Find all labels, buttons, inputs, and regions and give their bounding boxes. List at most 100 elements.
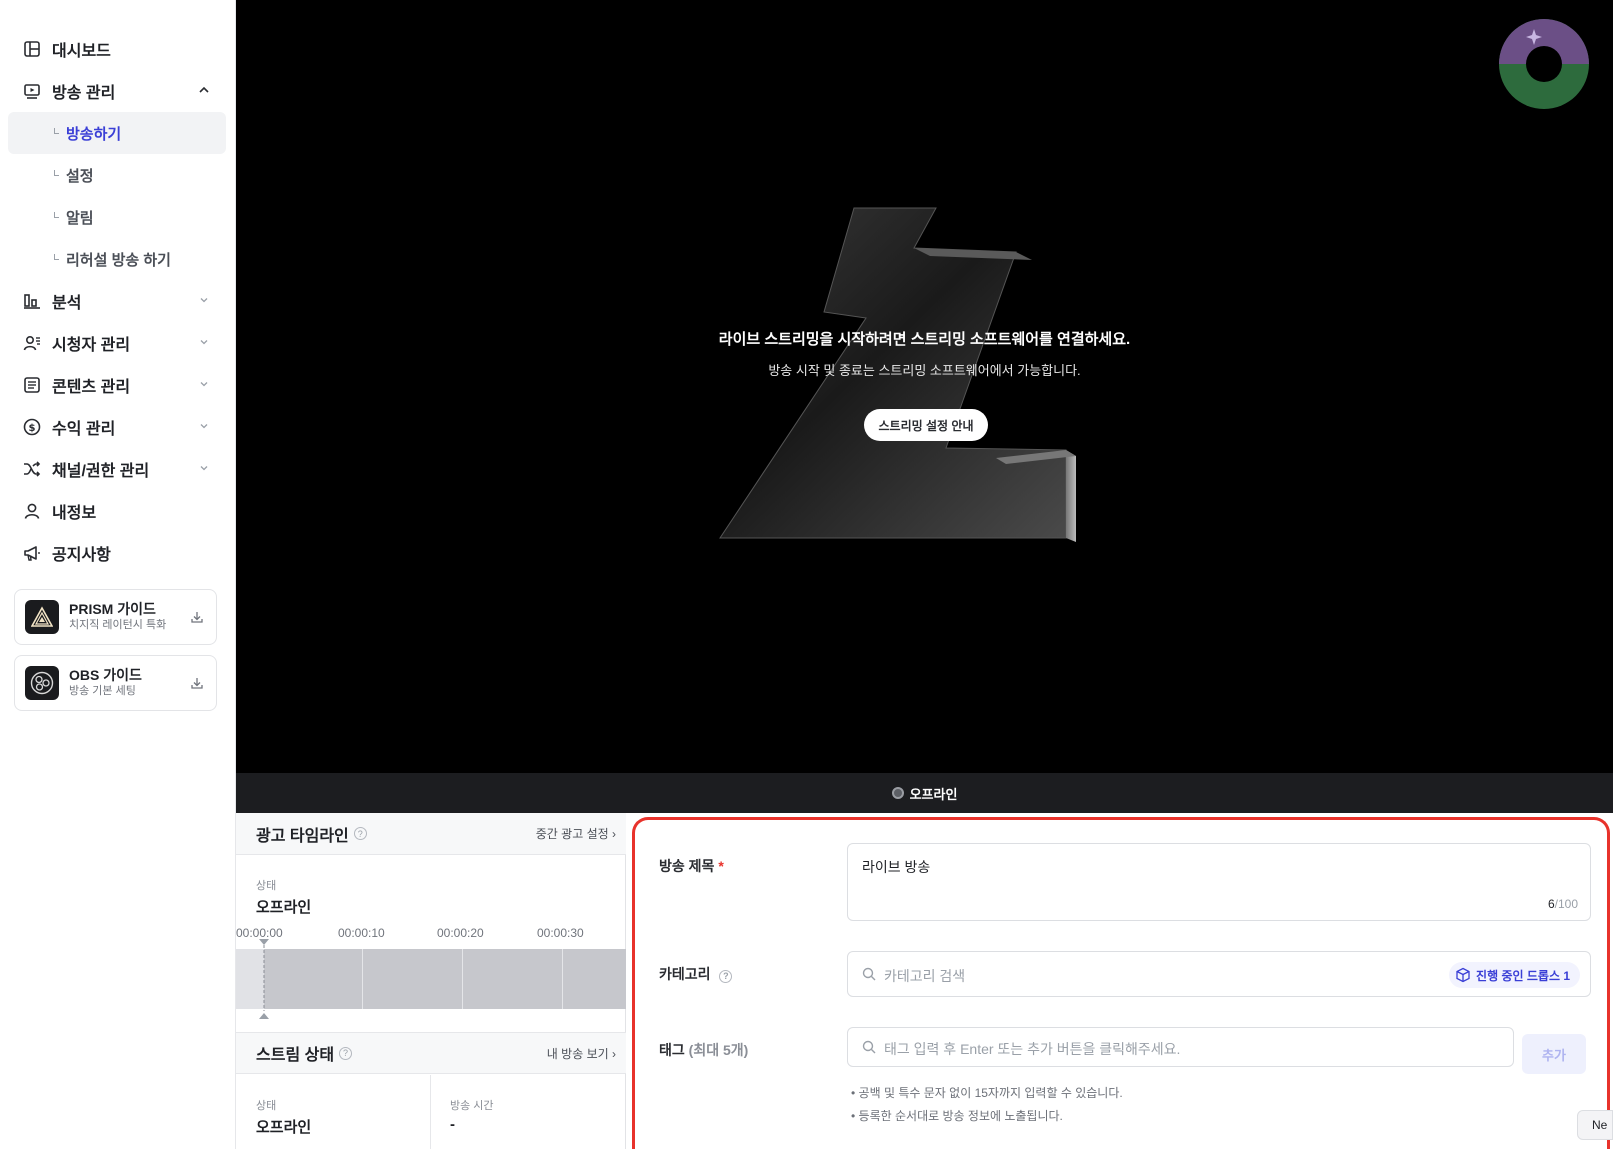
- chevron-right-icon: ›: [612, 1046, 616, 1061]
- user-icon: [22, 501, 42, 521]
- category-placeholder: 카테고리 검색: [884, 968, 966, 984]
- streaming-setup-guide-button[interactable]: 스트리밍 설정 안내: [864, 409, 988, 441]
- sidebar-subitem-alerts[interactable]: 알림: [8, 196, 226, 238]
- prism-guide-card[interactable]: PRISM 가이드 치지직 레이턴시 특화: [14, 589, 217, 645]
- timeline-gridline: [462, 949, 463, 1009]
- sidebar-item-analytics[interactable]: 분석: [8, 280, 226, 322]
- title-input-value: 라이브 방송: [862, 859, 931, 875]
- viewers-icon: [22, 333, 42, 353]
- required-mark: *: [718, 858, 724, 874]
- timeline-tick: 00:00:10: [338, 926, 385, 940]
- sidebar-item-label: 시청자 관리: [52, 337, 131, 354]
- download-icon[interactable]: [190, 610, 204, 624]
- mid-ad-settings-link[interactable]: 중간 광고 설정 ›: [536, 825, 616, 842]
- sidebar-item-content[interactable]: 콘텐츠 관리: [8, 364, 226, 406]
- help-icon[interactable]: ?: [353, 827, 367, 840]
- chevron-right-icon: ›: [612, 827, 616, 841]
- sidebar-subitem-broadcast-now[interactable]: 방송하기: [8, 112, 226, 154]
- avatar[interactable]: [1499, 19, 1589, 109]
- video-preview: 라이브 스트리밍을 시작하려면 스트리밍 소프트웨어를 연결하세요. 방송 시작…: [236, 0, 1613, 773]
- my-broadcast-link[interactable]: 내 방송 보기 ›: [547, 1045, 616, 1062]
- sidebar-item-label: 방송 관리: [52, 85, 116, 102]
- chart-icon: [22, 291, 42, 311]
- dashboard-icon: [22, 39, 42, 59]
- sidebar-subitem-label: 리허설 방송 하기: [66, 251, 171, 269]
- stream-status-label: 오프라인: [909, 786, 958, 802]
- timeline-playhead[interactable]: [257, 939, 271, 1019]
- sidebar-item-notices[interactable]: 공지사항: [8, 532, 226, 574]
- obs-logo-icon: [25, 666, 59, 700]
- next-button[interactable]: Ne: [1577, 1110, 1613, 1140]
- help-icon[interactable]: ?: [339, 1046, 353, 1060]
- title-input[interactable]: 라이브 방송 6/100: [847, 843, 1591, 921]
- corner-icon: [54, 128, 59, 134]
- sidebar-item-label: 채널/권한 관리: [52, 463, 150, 480]
- guide-title: OBS 가이드: [69, 667, 142, 683]
- chevron-down-icon: [200, 340, 208, 345]
- box-icon: [1456, 967, 1470, 983]
- mid-ad-settings-label: 중간 광고 설정: [535, 827, 609, 841]
- stream-status-bar: 오프라인: [236, 773, 1613, 813]
- chzzk-logo-icon: [719, 207, 1076, 542]
- timeline-gridline: [362, 949, 363, 1009]
- tag-placeholder: 태그 입력 후 Enter 또는 추가 버튼을 클릭해주세요.: [884, 1041, 1181, 1057]
- sidebar-subitem-settings[interactable]: 설정: [8, 154, 226, 196]
- stream-status-title: 스트림 상태: [256, 1047, 335, 1064]
- sidebar-item-label: 콘텐츠 관리: [52, 379, 131, 396]
- timeline-tick: 00:00:30: [537, 926, 584, 940]
- prism-logo-icon: [25, 600, 59, 634]
- dollar-icon: $: [22, 417, 42, 437]
- tag-input[interactable]: 태그 입력 후 Enter 또는 추가 버튼을 클릭해주세요.: [847, 1027, 1514, 1067]
- obs-guide-card[interactable]: OBS 가이드 방송 기본 세팅: [14, 655, 217, 711]
- sidebar-nav: 대시보드 방송 관리 방송하기 설정 알림 리허설 방송 하기 분석 시청자 관…: [8, 28, 226, 574]
- sidebar-item-channel[interactable]: 채널/권한 관리: [8, 448, 226, 490]
- guide-subtitle: 치지직 레이턴시 특화: [69, 619, 167, 631]
- sidebar-subitem-label: 설정: [66, 167, 94, 185]
- timeline-gridline: [562, 949, 563, 1009]
- sidebar-item-label: 내정보: [52, 505, 97, 522]
- download-icon[interactable]: [190, 676, 204, 690]
- sidebar-item-dashboard[interactable]: 대시보드: [8, 28, 226, 70]
- sidebar-item-label: 대시보드: [52, 43, 111, 60]
- drops-badge-label: 진행 중인 드롭스 1: [1476, 968, 1570, 983]
- divider: [430, 1075, 431, 1149]
- add-tag-button[interactable]: 추가: [1522, 1034, 1586, 1074]
- ad-timeline-track: [236, 949, 626, 1009]
- corner-icon: [54, 212, 59, 218]
- ad-timeline-header: 광고 타임라인 ? 중간 광고 설정 ›: [236, 813, 626, 855]
- ad-status-value: 오프라인: [256, 899, 312, 916]
- tag-hint: • 등록한 순서대로 방송 정보에 노출됩니다.: [851, 1109, 1063, 1123]
- sidebar-subitem-rehearsal[interactable]: 리허설 방송 하기: [8, 238, 226, 280]
- chevron-up-icon: [199, 86, 209, 93]
- corner-icon: [54, 170, 59, 176]
- title-label-text: 방송 제목: [659, 858, 715, 874]
- guide-title: PRISM 가이드: [69, 601, 156, 617]
- broadcast-time-value: -: [450, 1116, 455, 1133]
- sidebar-item-revenue[interactable]: $ 수익 관리: [8, 406, 226, 448]
- guide-subtitle: 방송 기본 세팅: [69, 685, 136, 697]
- title-field-label: 방송 제목 *: [659, 856, 724, 876]
- sidebar-subitem-label: 방송하기: [66, 125, 122, 143]
- category-field-label: 카테고리 ?: [659, 964, 733, 984]
- help-icon[interactable]: ?: [719, 969, 733, 983]
- tag-field-label: 태그 (최대 5개): [659, 1040, 748, 1060]
- chevron-down-icon: [200, 382, 208, 387]
- sidebar-item-broadcast[interactable]: 방송 관리: [8, 70, 226, 112]
- sidebar-item-label: 공지사항: [52, 547, 111, 564]
- drops-badge[interactable]: 진행 중인 드롭스 1: [1449, 962, 1580, 988]
- svg-text:$: $: [29, 423, 36, 434]
- ad-status-label: 상태: [256, 880, 277, 892]
- chevron-down-icon: [200, 466, 208, 471]
- sidebar-item-label: 수익 관리: [52, 421, 116, 438]
- sidebar: 대시보드 방송 관리 방송하기 설정 알림 리허설 방송 하기 분석 시청자 관…: [0, 0, 236, 1149]
- tag-label-text: 태그: [659, 1042, 685, 1058]
- sidebar-item-my-info[interactable]: 내정보: [8, 490, 226, 532]
- category-search-input[interactable]: 카테고리 검색 진행 중인 드롭스 1: [847, 951, 1591, 997]
- ad-timeline-title: 광고 타임라인: [256, 827, 349, 845]
- broadcast-icon: [22, 81, 42, 101]
- search-icon: [862, 967, 876, 981]
- title-char-max: /100: [1554, 897, 1578, 911]
- title-char-counter: 6/100: [1548, 897, 1578, 911]
- megaphone-icon: [22, 543, 42, 563]
- sidebar-item-viewers[interactable]: 시청자 관리: [8, 322, 226, 364]
